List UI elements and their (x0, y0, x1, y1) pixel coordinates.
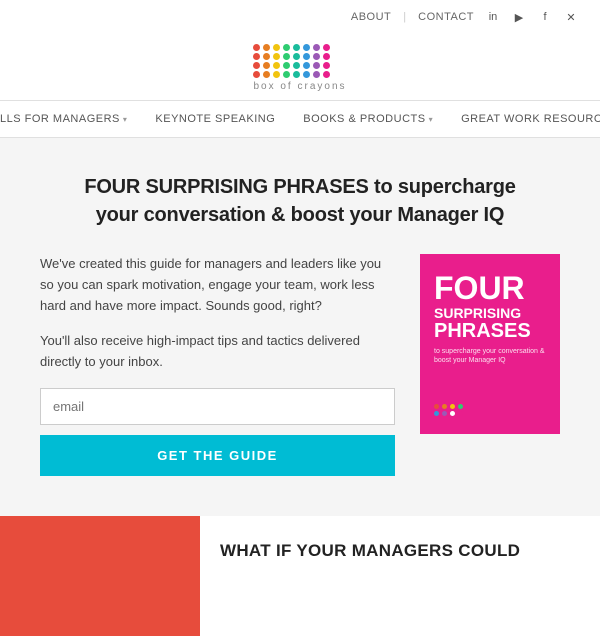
logo-dot (273, 62, 280, 69)
top-bar: ABOUT | CONTACT in ▶ f ✕ (0, 0, 600, 34)
contact-link[interactable]: CONTACT (418, 11, 474, 23)
logo-dot (323, 62, 330, 69)
hero-left: We've created this guide for managers an… (40, 254, 395, 476)
logo-dot (313, 53, 320, 60)
book-title-phrases: PHRASES (434, 321, 546, 341)
logo-dot (283, 44, 290, 51)
nav-keynote[interactable]: KEYNOTE SPEAKING (141, 101, 289, 137)
bottom-heading: WHAT IF YOUR MANAGERS COULD (220, 541, 580, 561)
book-logo-dots (434, 404, 546, 416)
logo-dot (263, 44, 270, 51)
logo-dot (323, 71, 330, 78)
logo-dot (293, 62, 300, 69)
hero-desc2: You'll also receive high-impact tips and… (40, 331, 395, 373)
logo-dot (293, 71, 300, 78)
logo-dot (273, 53, 280, 60)
logo-dot (253, 71, 260, 78)
bottom-left-image (0, 516, 200, 636)
logo-dot (313, 62, 320, 69)
email-input[interactable] (40, 388, 395, 425)
main-nav: COACHING SKILLS FOR MANAGERS ▾ KEYNOTE S… (0, 100, 600, 138)
bottom-right: WHAT IF YOUR MANAGERS COULD (200, 516, 600, 636)
logo-dot (283, 53, 290, 60)
social-icons: in ▶ f ✕ (484, 8, 580, 26)
logo-dot (283, 71, 290, 78)
logo-dot (303, 53, 310, 60)
about-link[interactable]: ABOUT (351, 11, 391, 23)
logo-area: box of crayons (0, 34, 600, 100)
logo-dot (273, 44, 280, 51)
facebook-icon[interactable]: f (536, 8, 554, 26)
book-subtitle: to supercharge your conversation & boost… (434, 347, 546, 365)
logo-dots (253, 44, 346, 78)
logo-dot (313, 44, 320, 51)
logo-dot (253, 62, 260, 69)
twitter-icon[interactable]: ✕ (562, 8, 580, 26)
logo-dot (323, 44, 330, 51)
logo-text[interactable]: box of crayons (253, 81, 346, 92)
logo-dot (313, 71, 320, 78)
chevron-down-icon: ▾ (429, 115, 434, 124)
book-title-four: FOUR (434, 272, 546, 304)
hero-title: FOUR SURPRISING PHRASES to supercharge y… (40, 173, 560, 229)
book-title-surprising: SURPRISING (434, 306, 546, 321)
nav-resources[interactable]: GREAT WORK RESOURCES ▾ (447, 101, 600, 137)
logo-dot (293, 44, 300, 51)
hero-section: FOUR SURPRISING PHRASES to supercharge y… (0, 138, 600, 516)
logo-dot (253, 53, 260, 60)
divider: | (403, 11, 406, 23)
nav-books[interactable]: BOOKS & PRODUCTS ▾ (289, 101, 447, 137)
nav-coaching[interactable]: COACHING SKILLS FOR MANAGERS ▾ (0, 101, 141, 137)
logo-dot (283, 62, 290, 69)
logo-dot (263, 62, 270, 69)
logo-dot (273, 71, 280, 78)
logo-dot (303, 71, 310, 78)
logo-dot (263, 53, 270, 60)
bottom-section: WHAT IF YOUR MANAGERS COULD (0, 516, 600, 636)
logo-dot (323, 53, 330, 60)
logo-dot (293, 53, 300, 60)
logo-dot (253, 44, 260, 51)
top-bar-links: ABOUT | CONTACT (351, 11, 474, 23)
logo-dot (303, 62, 310, 69)
logo-dot (303, 44, 310, 51)
logo-dot (263, 71, 270, 78)
book-cover: FOUR SURPRISING PHRASES to supercharge y… (420, 254, 560, 434)
get-guide-button[interactable]: GET THE GUIDE (40, 435, 395, 476)
youtube-icon[interactable]: ▶ (510, 8, 528, 26)
linkedin-icon[interactable]: in (484, 8, 502, 26)
hero-content: We've created this guide for managers an… (40, 254, 560, 476)
chevron-down-icon: ▾ (123, 115, 128, 124)
hero-desc1: We've created this guide for managers an… (40, 254, 395, 316)
